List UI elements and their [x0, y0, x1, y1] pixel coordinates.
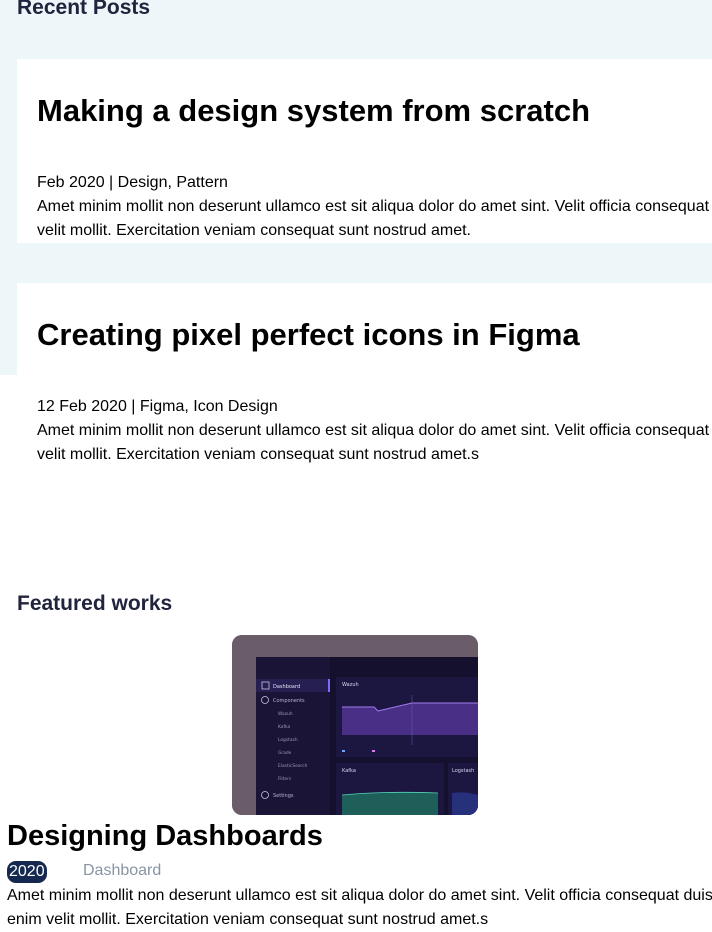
- post-excerpt: Amet minim mollit non deserunt ullamco e…: [37, 422, 710, 463]
- post-excerpt: Amet minim mollit non deserunt ullamco e…: [37, 198, 710, 239]
- work-title[interactable]: Designing Dashboards: [7, 820, 323, 853]
- thumb-sidebar-label: ElasticSearch: [278, 763, 308, 769]
- thumb-sidebar-label: Dashboard: [273, 684, 300, 690]
- thumb-panel-title: Kafka: [342, 768, 356, 774]
- post-title[interactable]: Creating pixel perfect icons in Figma: [37, 317, 580, 353]
- post-meta: 12 Feb 2020 | Figma, Icon Design: [37, 398, 278, 415]
- post-card[interactable]: Making a design system from scratch Feb …: [17, 59, 712, 243]
- thumb-sidebar-label: Wazuh: [278, 711, 293, 717]
- thumb-sidebar-label: Grade: [278, 750, 292, 756]
- thumb-sidebar-label: Filters: [278, 776, 292, 782]
- year-badge: 2020: [7, 861, 47, 883]
- featured-works-heading: Featured works: [17, 592, 173, 615]
- dashboard-preview-image: Dashboard Components Wazuh Kafka Logstas…: [232, 635, 478, 815]
- thumb-panel-title: Logstash: [452, 768, 474, 774]
- thumb-sidebar-label: Logstash: [278, 737, 298, 743]
- thumb-sidebar-label: Components: [273, 698, 305, 704]
- thumb-sidebar-label: Settings: [273, 793, 294, 799]
- work-description: Amet minim mollit non deserunt ullamco e…: [7, 887, 712, 928]
- work-category: Dashboard: [83, 862, 162, 879]
- dashboard-thumbnail[interactable]: Dashboard Components Wazuh Kafka Logstas…: [232, 635, 478, 815]
- post-title[interactable]: Making a design system from scratch: [37, 93, 590, 129]
- thumb-panel-title: Wazuh: [342, 682, 359, 688]
- post-card[interactable]: Creating pixel perfect icons in Figma 12…: [17, 283, 712, 483]
- thumb-sidebar-label: Kafka: [278, 724, 291, 730]
- post-meta: Feb 2020 | Design, Pattern: [37, 174, 228, 191]
- recent-posts-heading: Recent Posts: [17, 0, 151, 19]
